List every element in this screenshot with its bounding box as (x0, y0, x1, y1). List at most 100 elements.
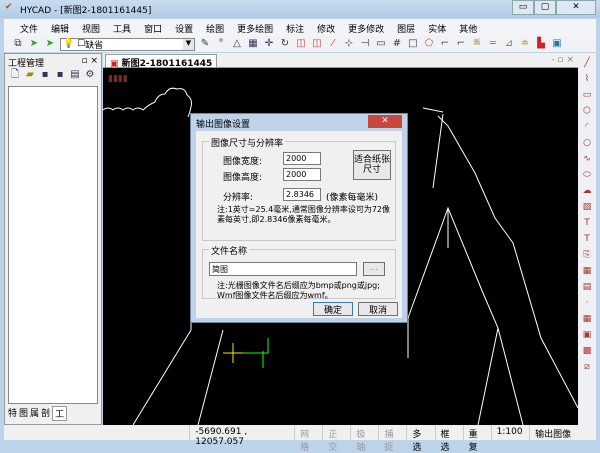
dim-icon[interactable]: ═ (487, 38, 499, 50)
panel-controls[interactable]: ▫ × (81, 56, 98, 66)
menu-item[interactable]: 编辑 (45, 19, 76, 36)
measure-icon[interactable]: ⧄ (584, 361, 590, 373)
maximize-button[interactable]: ▢ (534, 0, 556, 15)
status-toggle[interactable]: 框选 (434, 425, 463, 453)
polygon-icon[interactable]: ⬡ (583, 105, 591, 117)
grid-icon[interactable]: ▦ (583, 313, 592, 325)
menu-item[interactable]: 视图 (76, 19, 107, 36)
copy-icon[interactable]: ◫ (311, 38, 323, 50)
menu-item[interactable]: 文件 (14, 19, 45, 36)
minimize-button[interactable]: ▭ (512, 0, 534, 15)
resolution-input[interactable]: 2.8346 (283, 188, 321, 201)
square-icon[interactable]: □ (407, 38, 419, 50)
menu-item[interactable]: 实体 (422, 19, 453, 36)
main-toolbar: ⧉ ➤ ➤ 💡 ☐ 缺省 ▼ ✎ ° △ ▦ ✛ ↻ ◫ ◫ ⁄ ⊹ ⊣ ▭ # □… (4, 36, 596, 52)
arc-icon[interactable]: ◜ (585, 121, 589, 133)
menu-item[interactable]: 其他 (453, 19, 484, 36)
ellipse-icon[interactable]: ⬭ (583, 169, 591, 181)
triangle-icon[interactable]: △ (231, 38, 243, 50)
status-toggle[interactable]: 重复 (462, 425, 491, 453)
panel-tab[interactable]: 属 (30, 406, 39, 421)
mtext-icon[interactable]: T (584, 233, 590, 245)
polyline-icon[interactable]: ⌇ (585, 73, 589, 85)
status-toggle[interactable]: 正交 (322, 425, 350, 453)
block-icon[interactable]: ▦ (583, 265, 592, 277)
table-icon[interactable]: ▤ (583, 281, 592, 293)
save-icon[interactable]: ▪ (39, 69, 51, 81)
region-icon[interactable]: ▩ (583, 345, 592, 357)
new-file-icon[interactable]: 🗋 (9, 69, 21, 81)
trim-icon[interactable]: ⊹ (343, 38, 355, 50)
erase-icon[interactable]: ⁄ (327, 38, 339, 50)
arrow-icon[interactable]: ➤ (44, 38, 56, 50)
chamfer-icon[interactable]: ⌐ (455, 38, 467, 50)
menu-item[interactable]: 标注 (280, 19, 311, 36)
menu-item[interactable]: 更多绘图 (231, 19, 280, 36)
snap-icon[interactable]: ° (215, 38, 227, 50)
status-toggle[interactable]: 捕捉 (378, 425, 406, 453)
menu-item[interactable]: 图层 (391, 19, 422, 36)
arrow-icon[interactable]: ➤ (28, 38, 40, 50)
extend-icon[interactable]: ⊣ (359, 38, 371, 50)
settings-icon[interactable]: ⚙ (84, 69, 96, 81)
close-button[interactable]: ✕ (556, 0, 596, 15)
menu-item[interactable]: 工具 (107, 19, 138, 36)
line-icon[interactable]: ╱ (584, 57, 589, 69)
right-toolbar: ╱ ⌇ ▭ ⬡ ◜ ○ ∿ ⬭ ☁ ▨ T T ⎘ ▦ ▤ · ▦ ▣ ▩ ⧄ (578, 53, 596, 425)
document-controls[interactable]: - ▫ × (551, 55, 574, 65)
print-icon[interactable]: ▤ (69, 69, 81, 81)
panel-tab[interactable]: 图 (19, 406, 28, 421)
point-icon[interactable]: · (586, 297, 589, 309)
resolution-note: 注:1英寸=25.4毫米,通常图像分辨率设可为72像素每英寸,即2.8346像素… (217, 205, 391, 224)
file-name-input[interactable]: 简图 (209, 262, 357, 276)
layers-icon[interactable]: ⧉ (12, 38, 24, 50)
menu-item[interactable]: 设置 (169, 19, 200, 36)
group-label: 图像尺寸与分辨率 (209, 136, 286, 149)
array-icon[interactable]: ▦ (247, 38, 259, 50)
fit-paper-button[interactable]: 适合纸张尺寸 (353, 150, 391, 180)
panel-tab[interactable]: 剖 (41, 406, 50, 421)
spline-icon[interactable]: ∿ (583, 153, 591, 165)
panel-tab[interactable]: 工 (52, 406, 68, 421)
browse-button[interactable]: ... (363, 262, 385, 276)
panel-tab[interactable]: 特 (8, 406, 17, 421)
block-icon[interactable]: ▙ (535, 38, 547, 50)
open-folder-icon[interactable]: ▰ (24, 69, 36, 81)
scale-icon[interactable]: ◫ (295, 38, 307, 50)
hatch-icon[interactable]: ▨ (583, 201, 592, 213)
status-toggle[interactable]: 极轴 (350, 425, 378, 453)
rect-icon[interactable]: ▭ (375, 38, 387, 50)
fillet-icon[interactable]: ⌐ (439, 38, 451, 50)
image-icon[interactable]: ▣ (583, 329, 592, 341)
polygon-icon[interactable]: ⬠ (423, 38, 435, 50)
dim-icon[interactable]: ≐ (519, 38, 531, 50)
menu-item[interactable]: 修改 (311, 19, 342, 36)
circle-icon[interactable]: ○ (583, 137, 591, 149)
status-toggle[interactable]: 网格 (294, 425, 322, 453)
dim-icon[interactable]: ⊿ (503, 38, 515, 50)
pen-icon[interactable]: ✎ (199, 38, 211, 50)
rect-icon[interactable]: ▭ (583, 89, 592, 101)
project-tree[interactable] (8, 86, 98, 404)
ok-button[interactable]: 确定 (313, 302, 353, 316)
cloud-icon[interactable]: ☁ (583, 185, 592, 197)
cloud-outline (102, 87, 192, 118)
text-icon[interactable]: T (584, 217, 590, 229)
move-icon[interactable]: ✛ (263, 38, 275, 50)
dialog-close-button[interactable]: ✕ (368, 115, 402, 128)
cancel-button[interactable]: 取消 (358, 302, 398, 316)
save-icon[interactable]: ▣ (551, 38, 563, 50)
rotate-icon[interactable]: ↻ (279, 38, 291, 50)
width-input[interactable]: 2000 (283, 152, 321, 165)
menu-item[interactable]: 绘图 (200, 19, 231, 36)
menu-item[interactable]: 更多修改 (342, 19, 391, 36)
document-tab[interactable]: ▣ 新图2-1801161445 (105, 54, 218, 69)
height-input[interactable]: 2000 (283, 168, 321, 181)
layer-select[interactable]: 💡 ☐ 缺省 ▼ (60, 37, 195, 51)
save-all-icon[interactable]: ▪ (54, 69, 66, 81)
dim-icon[interactable]: ≝ (471, 38, 483, 50)
insert-icon[interactable]: ⎘ (583, 249, 590, 261)
menu-item[interactable]: 窗口 (138, 19, 169, 36)
status-toggle[interactable]: 多选 (406, 425, 434, 453)
break-icon[interactable]: # (391, 38, 403, 50)
